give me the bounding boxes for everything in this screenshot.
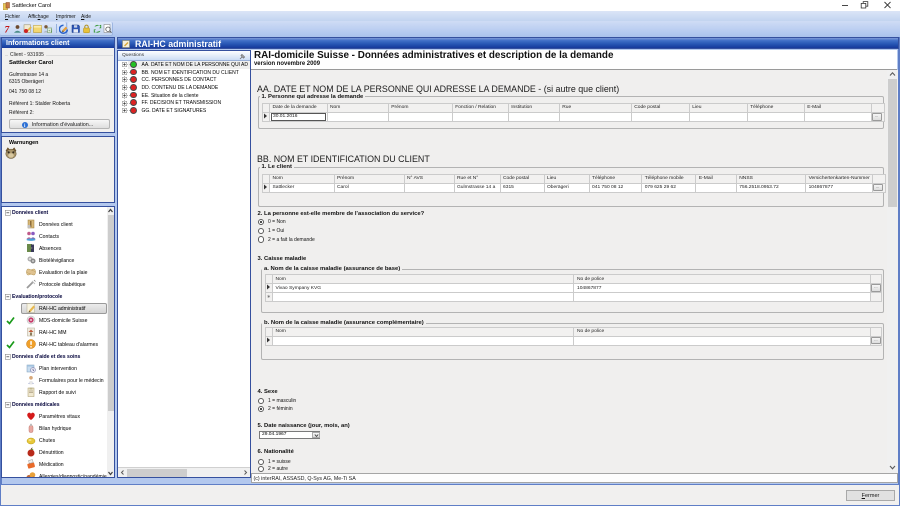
- svg-text:+1: +1: [48, 29, 52, 33]
- svg-text:7: 7: [4, 25, 10, 34]
